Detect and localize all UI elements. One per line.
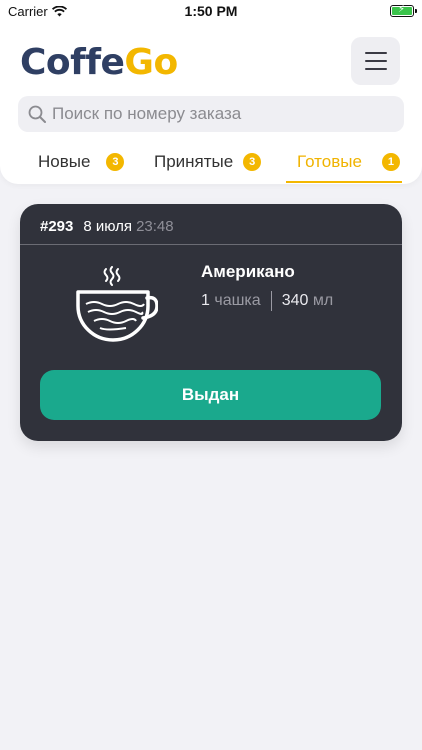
logo-part-coffe: Coffe [20, 42, 125, 83]
tab-count-badge: 3 [106, 153, 125, 171]
battery-icon: ⚡ [390, 4, 417, 17]
tab-count-badge: 3 [243, 153, 262, 171]
order-status-tabs: Новые 3 Принятые 3 Готовые 1 [0, 142, 422, 184]
cups-unit: чашка [214, 292, 261, 309]
status-bar: Carrier 1:50 PM ⚡ [0, 0, 422, 22]
tab-count-badge: 1 [381, 153, 400, 171]
issued-button[interactable]: Выдан [40, 370, 381, 420]
tab-new[interactable]: Новые 3 [38, 142, 125, 182]
volume-unit: мл [312, 292, 334, 309]
tab-accepted[interactable]: Принятые 3 [154, 142, 262, 182]
product-details: 1 чашка 340 мл [201, 291, 333, 311]
order-header: #293 8 июля 23:48 [40, 218, 174, 235]
volume-value: 340 [281, 292, 309, 309]
search-icon [28, 105, 46, 123]
search-bar[interactable] [18, 96, 404, 132]
search-input[interactable] [52, 104, 372, 124]
menu-button[interactable] [351, 37, 400, 85]
hamburger-icon [364, 52, 387, 70]
active-tab-indicator [286, 181, 402, 183]
logo-part-go: Go [124, 42, 178, 83]
tab-ready[interactable]: Готовые 1 [297, 142, 400, 182]
app-header: Carrier 1:50 PM ⚡ CoffeGo Новые 3 [0, 0, 422, 184]
order-date: 8 июля [83, 218, 133, 235]
cups-count: 1 [201, 292, 210, 309]
details-separator [270, 291, 272, 311]
order-card: #293 8 июля 23:48 Американо 1 чашка 340 … [20, 204, 402, 441]
coffee-cup-icon [76, 266, 158, 342]
tab-label: Новые [38, 152, 91, 171]
status-time: 1:50 PM [184, 3, 238, 19]
app-logo: CoffeGo [20, 42, 178, 83]
order-number: #293 [40, 218, 74, 235]
order-time: 23:48 [136, 218, 174, 235]
tab-label: Готовые [297, 152, 362, 171]
tab-label: Принятые [154, 152, 234, 171]
card-divider [20, 244, 402, 245]
product-name: Американо [201, 262, 295, 281]
